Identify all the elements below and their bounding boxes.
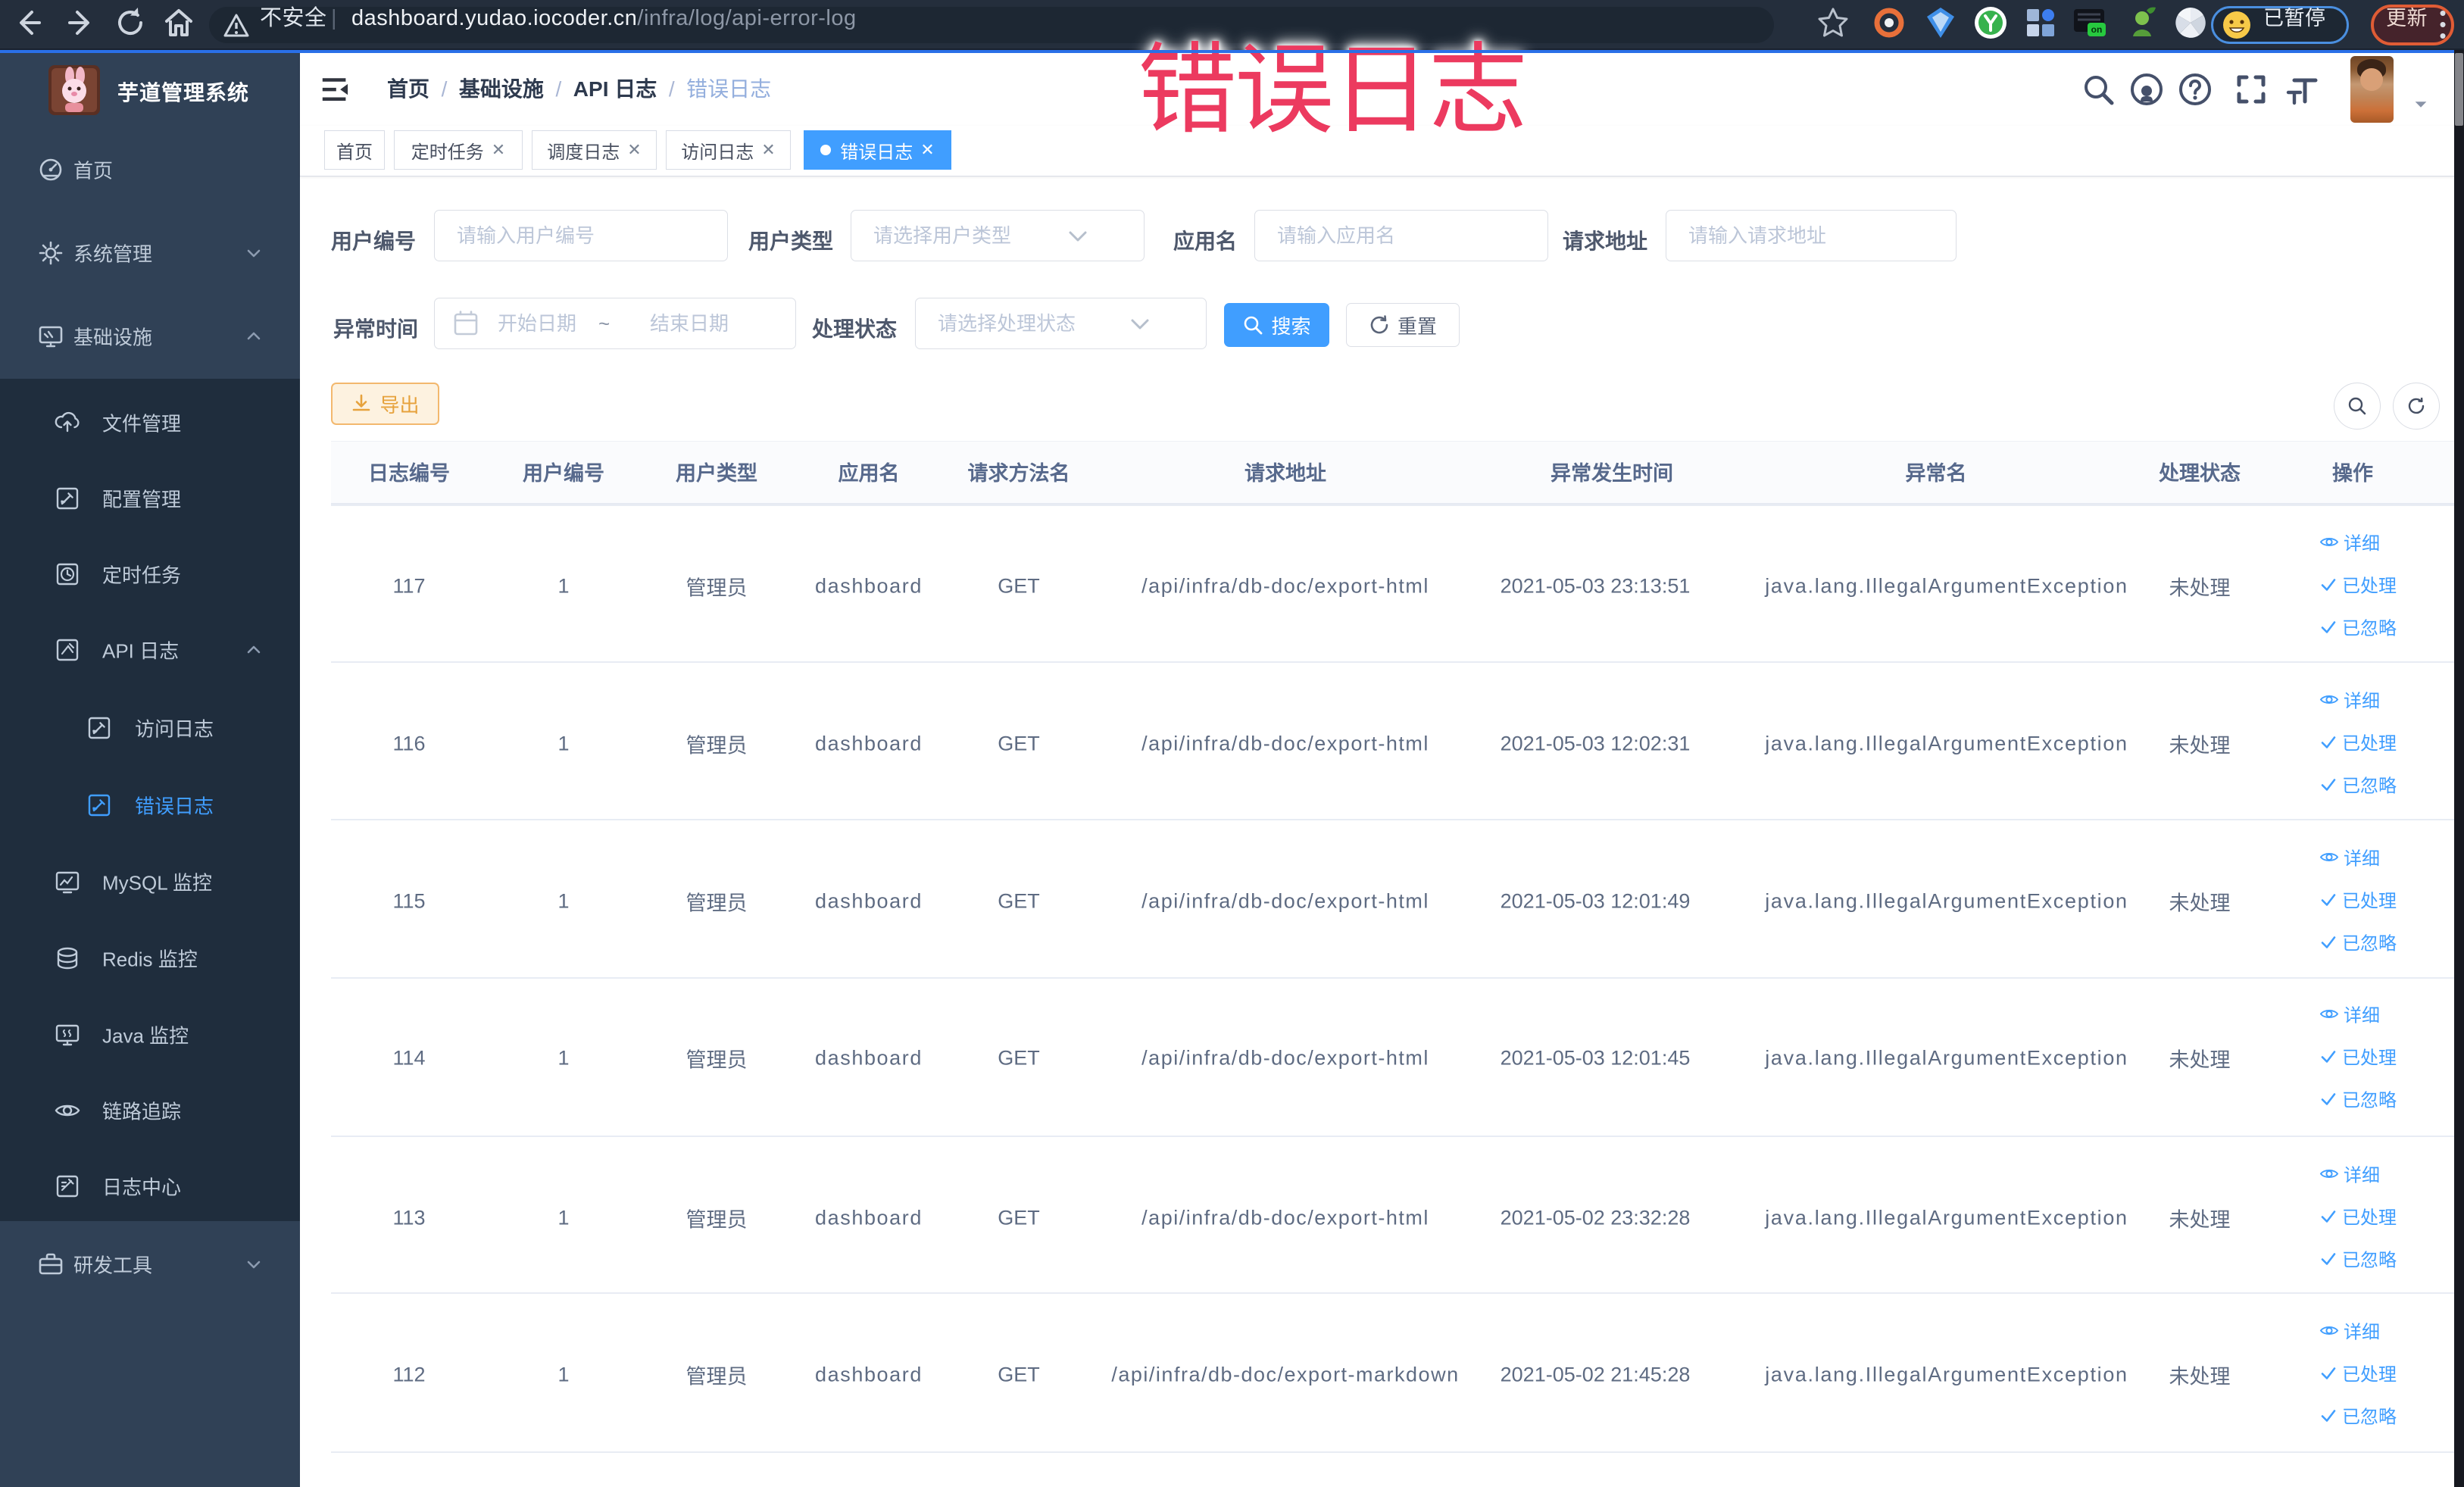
svg-text:on: on: [2091, 24, 2103, 35]
